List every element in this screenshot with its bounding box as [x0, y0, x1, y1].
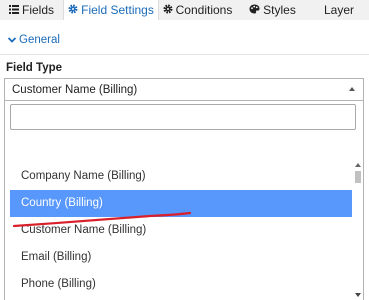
option-country[interactable]: Country (Billing) [10, 190, 352, 217]
chevron-down-icon [7, 35, 17, 45]
tab-conditions[interactable]: Conditions [159, 0, 236, 20]
tab-layer[interactable]: Layer [309, 0, 369, 20]
option-phone[interactable]: Phone (Billing) [10, 271, 352, 298]
option-email[interactable]: Email (Billing) [10, 244, 352, 271]
field-type-select[interactable]: Customer Name (Billing) [4, 78, 364, 100]
tab-label: Styles [263, 3, 296, 17]
option-customer-name[interactable]: Customer Name (Billing) [10, 217, 352, 244]
chevron-up-icon [349, 87, 355, 91]
general-section-toggle[interactable]: General [7, 34, 60, 46]
tab-fields[interactable]: Fields [0, 0, 63, 20]
section-label: General [19, 34, 60, 46]
scroll-down-arrow-icon[interactable] [355, 293, 361, 297]
tab-label: Layer [323, 3, 355, 17]
field-type-label: Field Type [6, 62, 63, 74]
tab-bar: Fields Field Settings Conditions Styles … [0, 0, 369, 20]
tab-label: Conditions [175, 3, 233, 17]
divider [0, 54, 369, 55]
list-icon [8, 3, 19, 17]
scroll-up-arrow-icon[interactable] [355, 163, 361, 167]
dropdown-scrollbar[interactable] [353, 163, 363, 297]
scrollbar-thumb[interactable] [355, 171, 361, 183]
gear-icon [163, 3, 173, 17]
options-list: Company Name (Billing) Country (Billing)… [10, 163, 352, 298]
tab-field-settings[interactable]: Field Settings [63, 0, 159, 20]
palette-icon [249, 3, 260, 17]
field-type-dropdown: Company Name (Billing) Country (Billing)… [4, 100, 364, 300]
tab-label: Fields [21, 3, 54, 17]
option-company-name[interactable]: Company Name (Billing) [10, 163, 352, 190]
field-settings-panel: General Field Type Customer Name (Billin… [0, 20, 369, 300]
gear-icon [68, 3, 78, 17]
tab-styles[interactable]: Styles [236, 0, 309, 20]
selected-value: Customer Name (Billing) [12, 83, 138, 96]
dropdown-search-input[interactable] [10, 104, 356, 130]
tab-label: Field Settings [81, 3, 154, 17]
